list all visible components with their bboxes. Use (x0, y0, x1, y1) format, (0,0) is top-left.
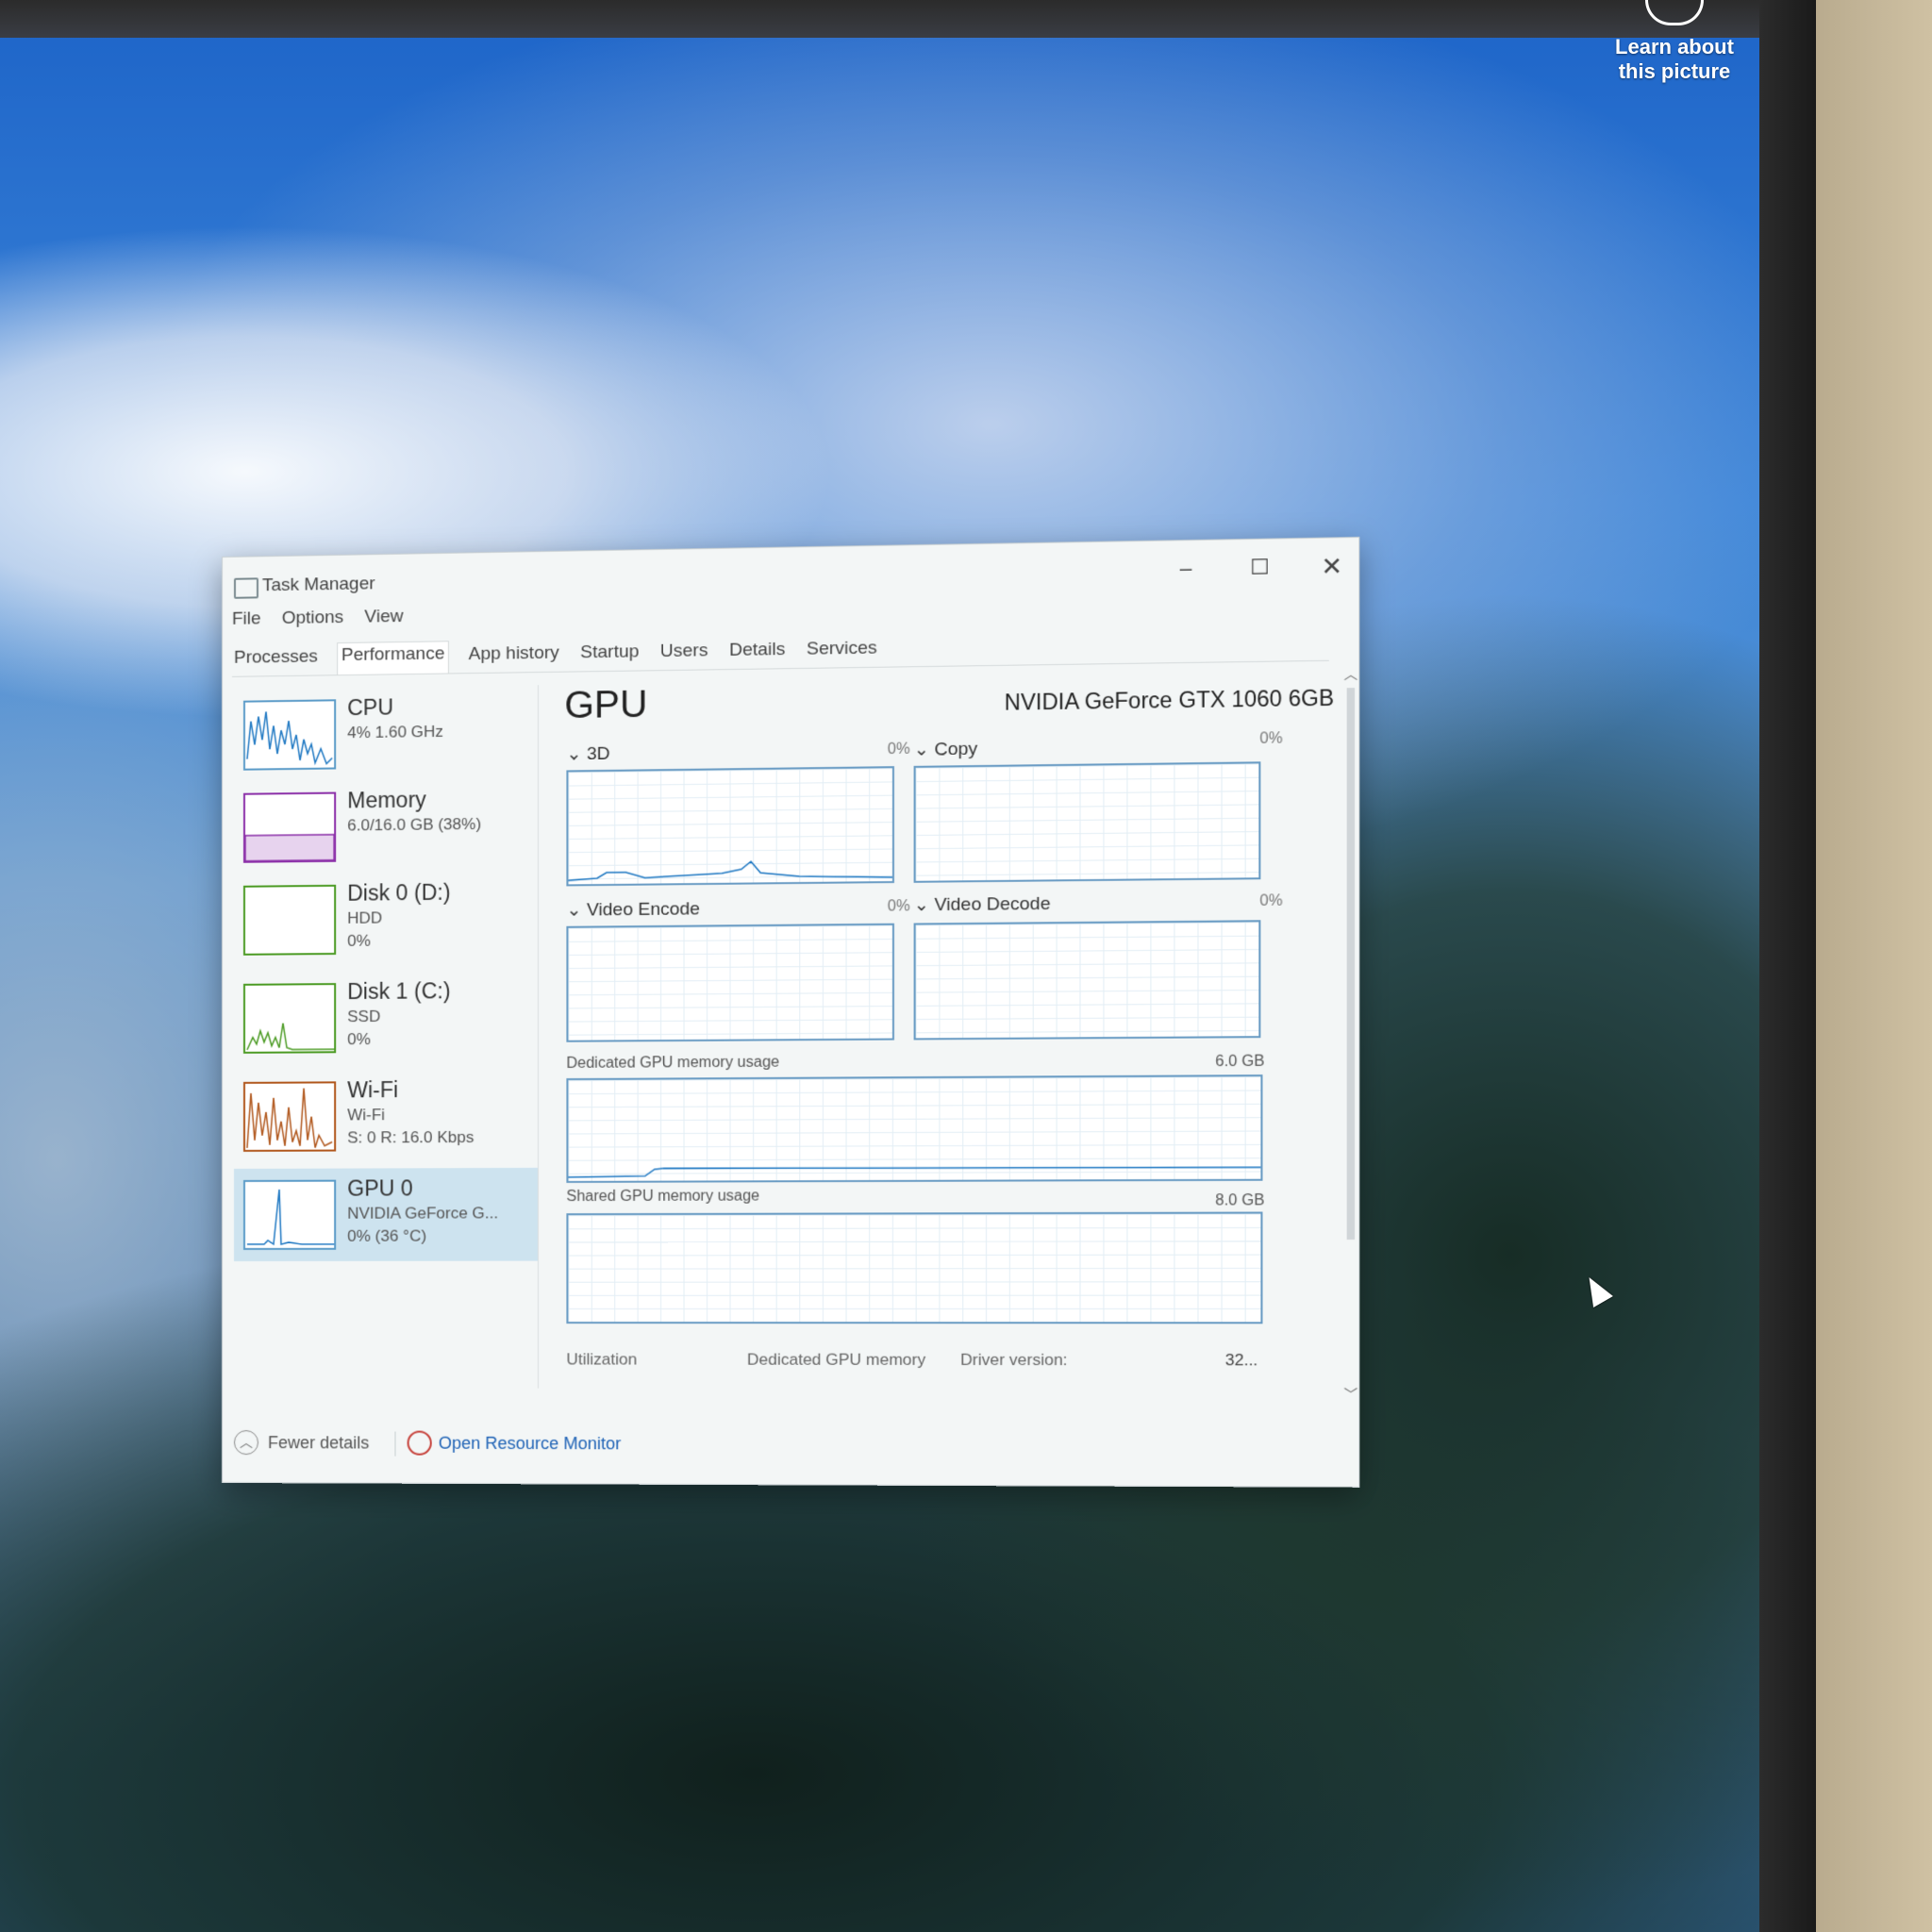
menu-options[interactable]: Options (282, 608, 344, 637)
footer-divider (394, 1431, 396, 1457)
sidebar-value: S: 0 R: 16.0 Kbps (347, 1127, 475, 1147)
performance-sidebar: CPU 4% 1.60 GHz Memory 6.0/16.0 GB (38%)… (233, 685, 539, 1389)
sidebar-label: CPU (347, 694, 394, 721)
monitor-bezel-top (0, 0, 1759, 38)
disk1-thumbnail-graph (242, 983, 337, 1054)
sidebar-item-cpu[interactable]: CPU 4% 1.60 GHz (234, 685, 538, 782)
disk0-thumbnail-graph (242, 884, 337, 956)
task-manager-icon (233, 577, 258, 599)
sidebar-sublabel: 6.0/16.0 GB (38%) (347, 814, 482, 835)
sidebar-sublabel: Wi-Fi (347, 1106, 386, 1124)
engine-label: Video Encode (586, 899, 701, 921)
close-button[interactable]: ✕ (1302, 549, 1361, 583)
engine-copy-graph (913, 761, 1261, 883)
menu-file[interactable]: File (232, 608, 261, 638)
engine-pct: 0% (1259, 892, 1283, 909)
wifi-thumbnail-graph (242, 1081, 337, 1152)
sidebar-sublabel: HDD (347, 908, 383, 927)
chevron-up-icon[interactable]: ︿ (1344, 663, 1358, 683)
camera-icon (1645, 0, 1704, 25)
sidebar-label: Disk 0 (D:) (347, 879, 451, 906)
sidebar-label: GPU 0 (347, 1175, 413, 1201)
wall-background (1816, 0, 1932, 1932)
engine-video-decode-selector[interactable]: ⌄ Video Decode (914, 893, 1051, 917)
sidebar-value: 0% (347, 931, 371, 950)
driver-version-value: 32... (1224, 1350, 1258, 1370)
menu-bar: File Options View (232, 607, 404, 638)
vertical-scrollbar[interactable]: ︿ ﹀ (1344, 663, 1358, 1419)
engine-video-encode-selector[interactable]: ⌄ Video Encode (566, 898, 700, 922)
close-icon: ✕ (1321, 551, 1343, 581)
dedicated-memory-stat-label: Dedicated GPU memory (746, 1350, 926, 1369)
dedicated-memory-label: Dedicated GPU memory usage (566, 1054, 780, 1072)
open-resource-monitor-link[interactable]: Open Resource Monitor (439, 1434, 622, 1455)
sidebar-sublabel: SSD (347, 1007, 381, 1026)
footer-bar: ︿ Fewer details Open Resource Monitor (233, 1425, 1336, 1467)
fewer-details-link[interactable]: Fewer details (268, 1433, 369, 1453)
gpu-thumbnail-graph (242, 1179, 337, 1250)
resource-monitor-icon[interactable] (407, 1430, 432, 1456)
scrollbar-thumb[interactable] (1346, 688, 1356, 1241)
engine-pct: 0% (887, 741, 910, 758)
engine-label: Copy (934, 739, 978, 760)
gpu-model-name: NVIDIA GeForce GTX 1060 6GB (1004, 685, 1335, 715)
sidebar-sublabel: 4% 1.60 GHz (347, 722, 443, 742)
engine-video-encode-graph (566, 923, 894, 1042)
sidebar-item-gpu-0[interactable]: GPU 0 NVIDIA GeForce G... 0% (36 °C) (233, 1167, 538, 1261)
task-manager-window: Task Manager – ☐ ✕ File Options View Pro… (222, 536, 1361, 1488)
driver-version-label: Driver version: (960, 1350, 1068, 1370)
sidebar-value: 0% (36 °C) (347, 1226, 427, 1245)
gpu-heading: GPU (564, 683, 648, 727)
engine-label: 3D (586, 743, 610, 765)
sidebar-sublabel: NVIDIA GeForce G... (347, 1204, 499, 1223)
tab-startup[interactable]: Startup (578, 638, 641, 671)
gpu-detail-panel: GPU NVIDIA GeForce GTX 1060 6GB ⌄ 3D 0% … (555, 674, 1334, 1419)
engine-3d-graph (566, 766, 894, 887)
engine-pct: 0% (1259, 730, 1283, 747)
chevron-up-circle-icon[interactable]: ︿ (233, 1430, 258, 1456)
dedicated-memory-graph (566, 1074, 1263, 1183)
sidebar-item-memory[interactable]: Memory 6.0/16.0 GB (38%) (234, 778, 538, 874)
utilization-label: Utilization (566, 1350, 638, 1369)
shared-memory-graph (566, 1211, 1263, 1324)
dedicated-memory-max: 6.0 GB (1215, 1053, 1265, 1071)
memory-thumbnail-graph (242, 791, 337, 863)
sidebar-item-wifi[interactable]: Wi-Fi Wi-Fi S: 0 R: 16.0 Kbps (234, 1069, 538, 1163)
engine-3d-selector[interactable]: ⌄ 3D (566, 743, 609, 766)
maximize-button[interactable]: ☐ (1230, 551, 1290, 585)
minimize-button[interactable]: – (1157, 552, 1216, 586)
monitor-bezel-right (1759, 0, 1816, 1932)
engine-label: Video Decode (934, 893, 1051, 916)
sidebar-label: Wi-Fi (347, 1076, 399, 1103)
menu-view[interactable]: View (364, 607, 403, 636)
engine-copy-selector[interactable]: ⌄ Copy (914, 739, 978, 761)
shared-memory-max: 8.0 GB (1215, 1192, 1265, 1209)
tab-processes[interactable]: Processes (232, 642, 320, 675)
minimize-icon: – (1179, 556, 1192, 581)
chevron-down-icon[interactable]: ﹀ (1344, 1385, 1358, 1405)
tab-performance[interactable]: Performance (336, 641, 450, 675)
maximize-icon: ☐ (1250, 554, 1270, 579)
shared-memory-label: Shared GPU memory usage (566, 1188, 760, 1206)
sidebar-label: Disk 1 (C:) (347, 978, 451, 1005)
learn-about-picture-button[interactable]: Learn about this picture (1604, 0, 1745, 84)
tab-app-history[interactable]: App history (467, 639, 561, 673)
tab-users[interactable]: Users (658, 637, 710, 670)
engine-video-decode-graph (913, 920, 1261, 1041)
cpu-thumbnail-graph (242, 699, 337, 771)
sidebar-item-disk-0[interactable]: Disk 0 (D:) HDD 0% (234, 872, 538, 967)
sidebar-item-disk-1[interactable]: Disk 1 (C:) SSD 0% (234, 970, 538, 1065)
window-title: Task Manager (261, 574, 375, 596)
tab-services[interactable]: Services (805, 634, 879, 668)
learn-about-label: Learn about this picture (1615, 35, 1734, 83)
sidebar-label: Memory (347, 787, 426, 813)
sidebar-value: 0% (347, 1029, 371, 1049)
engine-pct: 0% (887, 898, 910, 915)
tab-details[interactable]: Details (727, 636, 788, 669)
